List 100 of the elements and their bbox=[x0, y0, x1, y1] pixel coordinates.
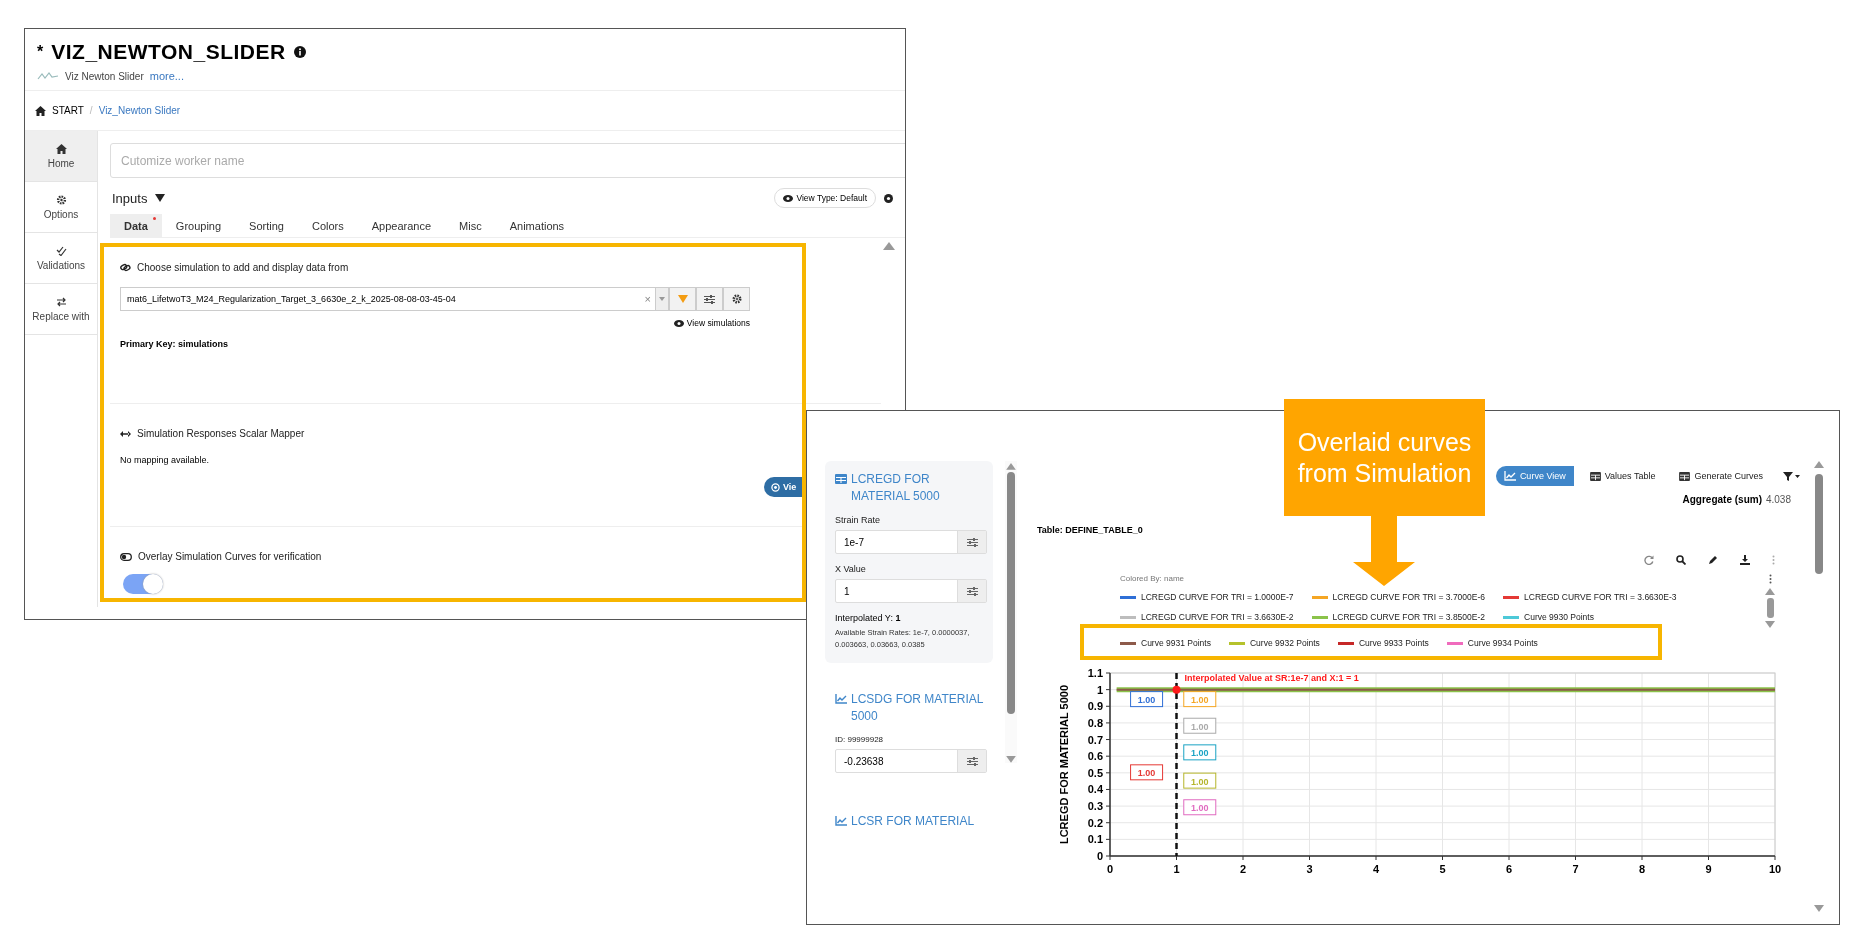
tab[interactable]: Sorting bbox=[235, 214, 298, 237]
colored-by-label: Colored By: name bbox=[1120, 574, 1186, 583]
legend-item[interactable]: LCREGD CURVE FOR TRI = 3.7000E-6 bbox=[1311, 592, 1486, 602]
refresh-icon[interactable] bbox=[1644, 555, 1654, 565]
breadcrumb-link[interactable]: Viz_Newton Slider bbox=[98, 105, 181, 116]
simulation-select[interactable]: mat6_LifetwoT3_M24_Regularization_Target_3_6630e_2_k_2025-08-08-03-45-04 bbox=[120, 287, 641, 311]
scroll-down-arrow[interactable] bbox=[1006, 756, 1017, 763]
swap-arrows-icon bbox=[55, 296, 67, 307]
overlay-toggle[interactable] bbox=[123, 574, 163, 594]
clear-button[interactable]: × bbox=[640, 287, 655, 311]
inputs-label: Inputs bbox=[112, 190, 148, 206]
caret-icon[interactable] bbox=[155, 194, 166, 202]
scrollbar[interactable] bbox=[1005, 461, 1017, 763]
view-button[interactable]: Vie bbox=[764, 477, 804, 497]
value-label: 1.00 bbox=[1130, 764, 1164, 781]
view-simulations-link[interactable]: View simulations bbox=[673, 318, 750, 328]
legend-item[interactable]: LCREGD CURVE FOR TRI = 3.6630E-3 bbox=[1503, 592, 1677, 602]
y-tick-label: 0.7 bbox=[1087, 733, 1103, 746]
home-icon[interactable] bbox=[35, 105, 46, 116]
y-tick-label: 0.9 bbox=[1087, 700, 1103, 713]
scroll-up-arrow[interactable] bbox=[1006, 463, 1017, 470]
tab[interactable]: Misc bbox=[445, 214, 496, 237]
info-icon[interactable] bbox=[293, 46, 306, 58]
x-tick-label: 7 bbox=[1572, 863, 1579, 875]
line-chart-icon bbox=[835, 694, 847, 704]
tab[interactable]: Animations bbox=[495, 214, 579, 237]
funnel-icon bbox=[677, 295, 688, 303]
x-tick-label: 5 bbox=[1439, 863, 1446, 875]
x-tick-label: 1 bbox=[1173, 863, 1180, 875]
y-tick-label: 1 bbox=[1096, 683, 1103, 696]
legend-item[interactable]: Curve 9931 Points bbox=[1120, 638, 1211, 648]
tab[interactable]: Data bbox=[110, 214, 162, 237]
download-icon[interactable] bbox=[1740, 555, 1750, 565]
view-mode-button[interactable]: Curve View bbox=[1495, 466, 1574, 486]
y-tick-label: 0.2 bbox=[1087, 816, 1103, 829]
sliders-icon bbox=[704, 294, 715, 304]
legend-item[interactable]: Curve 9934 Points bbox=[1446, 638, 1538, 648]
section-heading: Simulation Responses Scalar Mapper bbox=[137, 428, 305, 439]
dropdown-caret-icon[interactable] bbox=[655, 287, 669, 311]
card-title[interactable]: LCREGD FOR MATERIAL 5000 bbox=[835, 471, 984, 505]
y-tick-label: 1.1 bbox=[1087, 667, 1103, 679]
scroll-up-arrow[interactable] bbox=[1814, 461, 1824, 468]
double-arrow-icon bbox=[120, 430, 131, 437]
nav-item[interactable]: Validations bbox=[25, 233, 97, 284]
aggregate-label: Aggregate (sum) bbox=[1682, 494, 1762, 505]
interpolation-label: Interpolated Value at SR:1e-7 and X:1 = 1 bbox=[1184, 673, 1359, 683]
tab[interactable]: Colors bbox=[297, 214, 358, 237]
scrollbar-thumb[interactable] bbox=[1815, 474, 1823, 574]
scroll-up-arrow[interactable] bbox=[1765, 588, 1775, 595]
settings-button[interactable] bbox=[723, 287, 750, 311]
card-title[interactable]: LCSDG FOR MATERIAL 5000 bbox=[835, 691, 984, 725]
card-title[interactable]: LCSR FOR MATERIAL bbox=[835, 813, 984, 830]
search-icon[interactable] bbox=[1676, 555, 1686, 565]
scrollbar[interactable] bbox=[1813, 461, 1825, 912]
legend-item[interactable]: LCREGD CURVE FOR TRI = 3.6630E-2 bbox=[1120, 612, 1294, 622]
tab[interactable]: Appearance bbox=[357, 214, 446, 237]
modified-mark: * bbox=[37, 43, 44, 61]
id-label: ID: 99999928 bbox=[835, 735, 885, 744]
legend-item[interactable]: Curve 9933 Points bbox=[1337, 638, 1429, 648]
interpolated-point[interactable] bbox=[1172, 685, 1181, 694]
breadcrumb-link[interactable]: START bbox=[52, 105, 84, 116]
table-icon bbox=[1589, 471, 1601, 481]
y-tick-label: 0.5 bbox=[1087, 766, 1103, 779]
more-link[interactable]: more... bbox=[149, 70, 184, 82]
x-tick-label: 6 bbox=[1505, 863, 1513, 875]
scroll-down-arrow[interactable] bbox=[1814, 905, 1824, 912]
section-heading: Overlay Simulation Curves for verification bbox=[138, 551, 322, 562]
pen-icon[interactable] bbox=[1708, 555, 1718, 565]
sliders-button[interactable] bbox=[696, 287, 723, 311]
toggle-icon bbox=[120, 552, 132, 561]
tab[interactable]: Grouping bbox=[161, 214, 236, 237]
value-label: 1.00 bbox=[1183, 691, 1217, 708]
worker-name-field[interactable]: Cutomize worker name bbox=[110, 143, 905, 178]
scroll-down-arrow[interactable] bbox=[1765, 621, 1775, 628]
nav-item[interactable]: Options bbox=[25, 182, 97, 233]
nav-item[interactable]: Home bbox=[25, 131, 97, 182]
y-axis-title: LCREGD FOR MATERIAL 5000 bbox=[1058, 684, 1070, 845]
double-check-icon bbox=[55, 245, 67, 256]
legend-item[interactable]: Curve 9930 Points bbox=[1503, 612, 1594, 622]
empty-message: No mapping available. bbox=[120, 455, 211, 465]
scroll-up-arrow[interactable] bbox=[883, 242, 895, 250]
view-mode-button[interactable]: Values Table bbox=[1581, 466, 1664, 486]
more-icon[interactable] bbox=[1768, 574, 1772, 584]
x-tick-label: 10 bbox=[1768, 863, 1782, 875]
value-label: 1.00 bbox=[1130, 691, 1164, 708]
table-label: Table: DEFINE_TABLE_0 bbox=[1037, 525, 1144, 535]
table-icon bbox=[835, 474, 847, 484]
nav-item[interactable]: Replace with bbox=[25, 284, 97, 335]
legend-scrollbar[interactable] bbox=[1765, 588, 1775, 628]
legend-item[interactable]: Curve 9932 Points bbox=[1228, 638, 1320, 648]
view-type-button[interactable]: View Type: Default bbox=[774, 188, 876, 208]
legend-item[interactable]: LCREGD CURVE FOR TRI = 1.0000E-7 bbox=[1120, 592, 1294, 602]
view-mode-button[interactable]: Generate Curves bbox=[1671, 466, 1771, 486]
aggregate-value: 4.038 bbox=[1765, 494, 1791, 505]
value-label: 1.00 bbox=[1183, 772, 1217, 789]
x-tick-label: 9 bbox=[1705, 863, 1712, 875]
legend-item[interactable]: LCREGD CURVE FOR TRI = 3.8500E-2 bbox=[1311, 612, 1486, 622]
breadcrumb-separator: / bbox=[89, 105, 93, 116]
x-tick-label: 0 bbox=[1106, 863, 1114, 875]
window-title: VIZ_NEWTON_SLIDER bbox=[51, 40, 286, 64]
